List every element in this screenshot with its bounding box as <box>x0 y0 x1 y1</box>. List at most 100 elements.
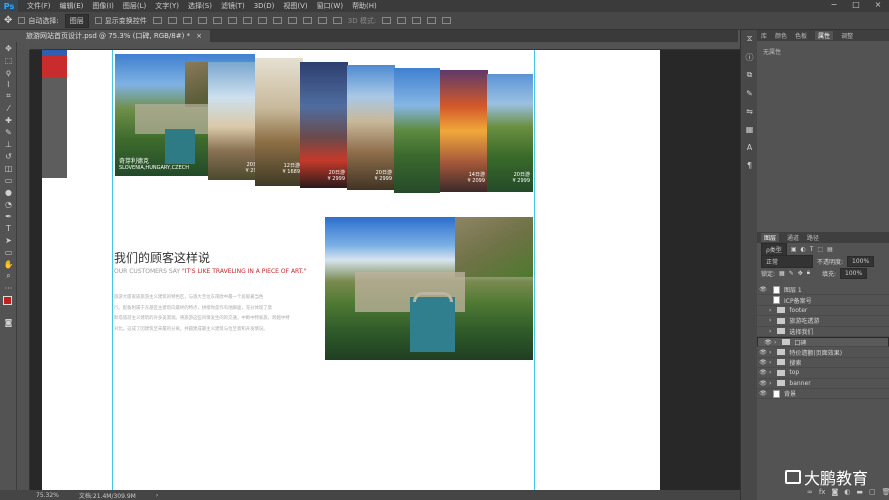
tab-adjustments[interactable]: 调整 <box>841 31 853 40</box>
expand-arrow-icon[interactable]: › <box>769 328 771 335</box>
link-layers-icon[interactable]: ∞ <box>807 488 813 496</box>
layer-style-icon[interactable]: fx <box>819 488 826 496</box>
quick-select-tool-icon[interactable]: ⌇ <box>0 78 17 90</box>
zoom-level[interactable]: 75.32% <box>36 492 59 499</box>
history-icon[interactable]: ⧖ <box>741 30 758 48</box>
rectangle-tool-icon[interactable]: ▭ <box>0 246 17 258</box>
3d-slide-icon[interactable] <box>427 17 437 24</box>
adjustment-layer-icon[interactable]: ◐ <box>844 488 850 496</box>
layer-row[interactable]: 👁︎ › top <box>757 368 889 379</box>
expand-arrow-icon[interactable]: › <box>774 339 776 346</box>
layer-mask-icon[interactable]: ◙ <box>831 488 838 496</box>
lock-pixels-icon[interactable]: ▦ <box>779 270 785 277</box>
distribute-right-icon[interactable] <box>317 17 327 24</box>
distribute-left-icon[interactable] <box>287 17 297 24</box>
tab-library[interactable]: 库 <box>761 31 767 40</box>
expand-arrow-icon[interactable]: › <box>769 307 771 314</box>
pen-tool-icon[interactable]: ✒ <box>0 210 17 222</box>
show-transform-checkbox[interactable] <box>94 17 102 24</box>
menu-type[interactable]: 文字(Y) <box>155 1 179 11</box>
menu-layer[interactable]: 图层(L) <box>123 1 146 11</box>
opacity-field[interactable]: 100% <box>847 255 875 267</box>
filter-adjust-icon[interactable]: ◐ <box>800 246 805 253</box>
delete-layer-icon[interactable]: 🗑︎ <box>882 488 889 496</box>
menu-filter[interactable]: 滤镜(T) <box>221 1 245 11</box>
3d-rotate-icon[interactable] <box>382 17 392 24</box>
eye-icon[interactable]: 👁︎ <box>762 339 774 346</box>
status-arrow-icon[interactable]: › <box>156 492 158 499</box>
filter-pixel-icon[interactable]: ▣ <box>791 246 797 253</box>
layer-row[interactable]: › 选择我们 <box>757 327 889 337</box>
expand-arrow-icon[interactable]: › <box>769 369 771 376</box>
distribute-top-icon[interactable] <box>242 17 252 24</box>
lasso-tool-icon[interactable]: ϙ <box>0 66 17 78</box>
layer-row[interactable]: › footer <box>757 306 889 317</box>
menu-3d[interactable]: 3D(D) <box>254 2 275 10</box>
adjust-icon[interactable]: ⇋ <box>741 102 758 120</box>
layer-comps-icon[interactable]: ⧉ <box>741 66 758 84</box>
menu-help[interactable]: 帮助(H) <box>352 1 377 11</box>
menu-file[interactable]: 文件(F) <box>27 1 51 11</box>
3d-scale-icon[interactable] <box>442 17 452 24</box>
path-select-tool-icon[interactable]: ➤ <box>0 234 17 246</box>
color-swatches[interactable] <box>0 294 17 316</box>
horizontal-ruler[interactable] <box>30 42 740 50</box>
gradient-tool-icon[interactable]: ▭ <box>0 174 17 186</box>
history-brush-icon[interactable]: ↺ <box>0 150 17 162</box>
new-layer-icon[interactable]: ▢ <box>869 488 876 496</box>
menu-select[interactable]: 选择(S) <box>188 1 212 11</box>
move-tool-icon[interactable]: ✥ <box>4 15 12 26</box>
auto-align-icon[interactable] <box>332 17 342 24</box>
document-canvas[interactable]: 奇芽利德克 SLOVENIA,HUNGARY,CZECH 20日游¥ 2999 … <box>42 50 660 490</box>
lock-all-icon[interactable]: 🔒︎ <box>807 269 810 277</box>
menu-window[interactable]: 窗口(W) <box>317 1 343 11</box>
guide-left[interactable] <box>112 50 113 490</box>
healing-brush-icon[interactable]: ✚ <box>0 114 17 126</box>
close-window-icon[interactable]: × <box>867 0 889 12</box>
eye-icon[interactable]: 👁︎ <box>757 369 769 376</box>
expand-arrow-icon[interactable]: › <box>769 349 771 356</box>
layer-row[interactable]: 👁︎ › banner <box>757 379 889 389</box>
tab-layers[interactable]: 图层 <box>761 233 780 242</box>
tab-paths[interactable]: 路径 <box>807 233 819 242</box>
blend-mode-dropdown[interactable]: 正常 <box>761 254 813 268</box>
auto-select-dropdown[interactable]: 图层 <box>64 13 89 28</box>
info-icon[interactable]: ⓘ <box>741 48 758 66</box>
dodge-tool-icon[interactable]: ◔ <box>0 198 17 210</box>
character-icon[interactable]: A <box>741 138 758 156</box>
vertical-ruler[interactable] <box>18 50 30 490</box>
eyedropper-tool-icon[interactable]: ⁄ <box>0 102 17 114</box>
new-group-icon[interactable]: ▬ <box>856 488 863 496</box>
quick-mask-icon[interactable]: ◙ <box>0 316 17 328</box>
distribute-bottom-icon[interactable] <box>272 17 282 24</box>
eraser-tool-icon[interactable]: ◫ <box>0 162 17 174</box>
tab-properties[interactable]: 属性 <box>815 31 834 40</box>
eye-icon[interactable]: 👁︎ <box>757 390 769 397</box>
distribute-center-icon[interactable] <box>302 17 312 24</box>
align-middle-icon[interactable] <box>167 17 177 24</box>
actions-icon[interactable]: ▦ <box>741 120 758 138</box>
crop-tool-icon[interactable]: ⌗ <box>0 90 17 102</box>
blur-tool-icon[interactable]: ● <box>0 186 17 198</box>
paragraph-icon[interactable]: ¶ <box>741 156 758 174</box>
expand-arrow-icon[interactable]: › <box>769 380 771 387</box>
guide-right[interactable] <box>534 50 535 490</box>
marquee-tool-icon[interactable]: ⬚ <box>0 54 17 66</box>
align-top-icon[interactable] <box>152 17 162 24</box>
3d-drag-icon[interactable] <box>412 17 422 24</box>
move-tool-icon[interactable]: ✥ <box>0 42 17 54</box>
filter-type-icon[interactable]: T <box>810 246 814 253</box>
auto-select-checkbox[interactable] <box>18 17 26 24</box>
close-tab-icon[interactable]: × <box>196 32 202 40</box>
menu-image[interactable]: 图像(I) <box>92 1 114 11</box>
document-tab[interactable]: 旅游网站首页设计.psd @ 75.3% (口碑, RGB/8#) * × <box>18 30 210 42</box>
menu-view[interactable]: 视图(V) <box>283 1 307 11</box>
lock-move-icon[interactable]: ✥ <box>798 270 803 277</box>
align-center-icon[interactable] <box>212 17 222 24</box>
zoom-tool-icon[interactable]: ⌕ <box>0 270 17 282</box>
3d-roll-icon[interactable] <box>397 17 407 24</box>
filter-shape-icon[interactable]: ⬚ <box>817 246 823 253</box>
more-tools-icon[interactable]: ··· <box>0 282 17 294</box>
layer-row[interactable]: › 旅游吃透游 <box>757 316 889 327</box>
eye-icon[interactable]: 👁︎ <box>757 359 769 366</box>
